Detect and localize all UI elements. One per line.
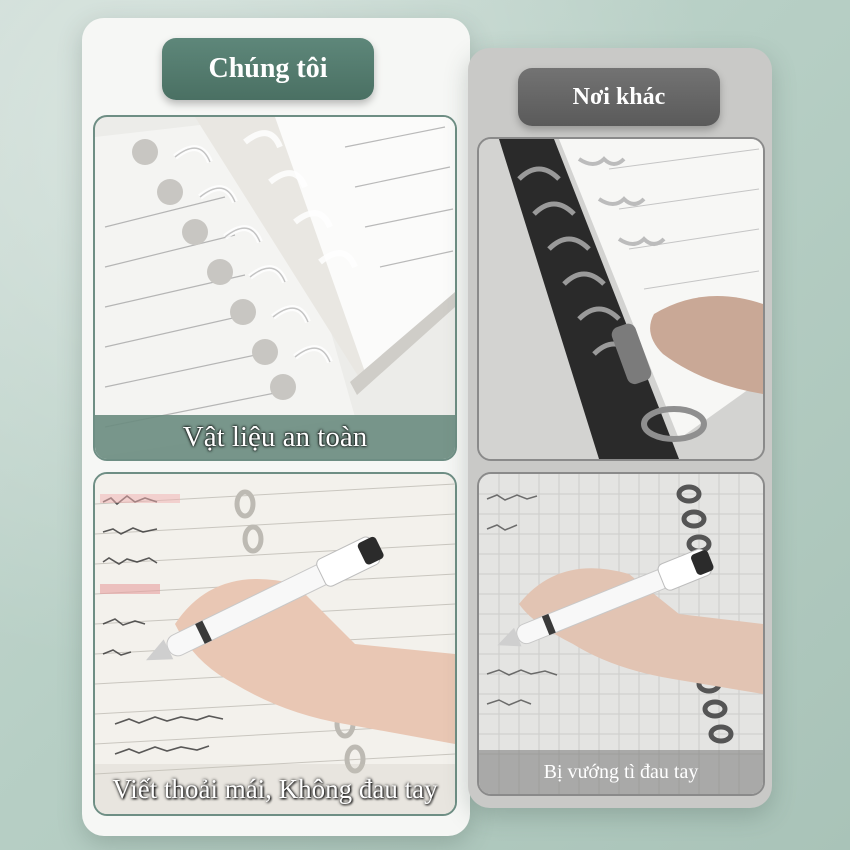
safe-material-caption: Vật liệu an toàn	[182, 420, 368, 453]
other-bottom-caption-bar: Bị vướng tì đau tay	[479, 750, 763, 794]
other-product-badge: Nơi khác	[518, 68, 720, 126]
pain-caption: Bị vướng tì đau tay	[543, 760, 699, 783]
plastic-ring-binder-photo: Vật liệu an toàn	[93, 115, 457, 461]
bottom-caption-bar: Viết thoải mái, Không đau tay	[95, 764, 455, 814]
metal-ring-notebook-illustration	[479, 139, 763, 459]
plastic-ring-notebook-illustration	[95, 117, 455, 457]
handwriting-notebook-illustration	[95, 474, 455, 814]
our-product-badge: Chúng tôi	[162, 38, 374, 100]
top-caption-bar: Vật liệu an toàn	[95, 415, 455, 459]
comfortable-writing-caption: Viết thoải mái, Không đau tay	[112, 773, 438, 804]
writing-with-pen-photo: Viết thoải mái, Không đau tay	[93, 472, 457, 816]
grid-notebook-illustration	[479, 474, 763, 794]
writing-with-metal-rings-photo: Bị vướng tì đau tay	[477, 472, 765, 796]
metal-ring-binder-photo	[477, 137, 765, 461]
